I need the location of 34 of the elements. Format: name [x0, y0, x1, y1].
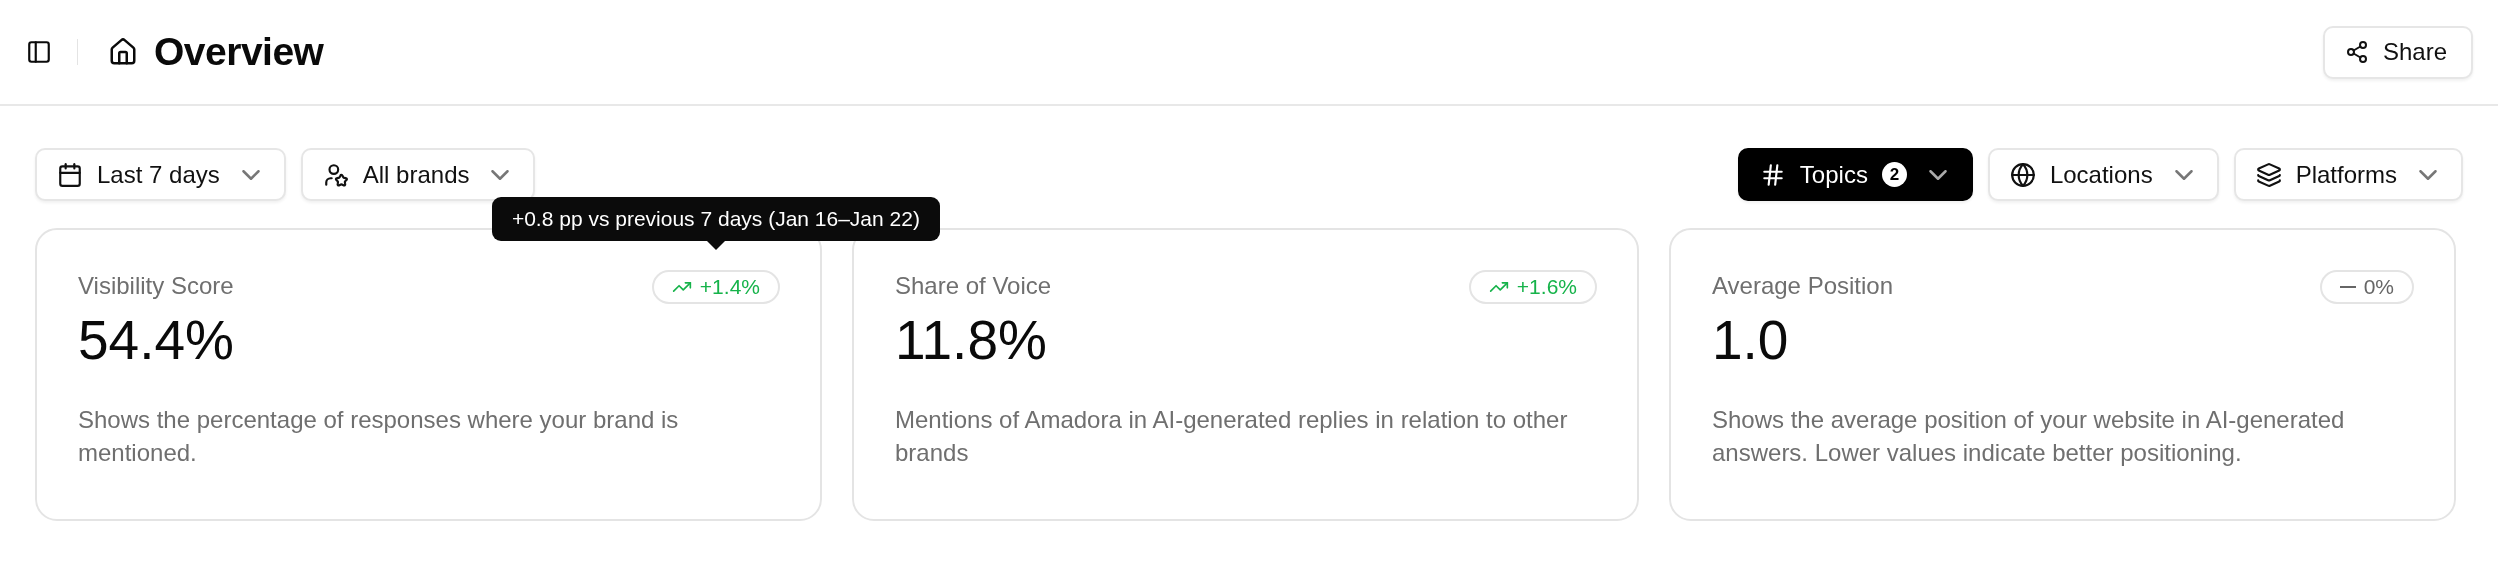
metric-value: 54.4% — [78, 308, 235, 372]
filter-dropdown[interactable]: Topics 2 — [1737, 148, 1973, 201]
metric-value: 11.8% — [895, 308, 1048, 372]
globe-icon — [2009, 161, 2036, 188]
metric-label: Average Position — [1712, 272, 1893, 300]
filter-dropdown[interactable]: All brands — [300, 148, 536, 201]
page-title: Overview — [154, 30, 324, 74]
metric-description: Shows the average position of your website in AI-generated answers. Lower values indicate better positioning. — [1712, 405, 2346, 468]
trend-badge: 0% — [2319, 270, 2414, 304]
chevron-down-icon — [2419, 169, 2437, 180]
share-button[interactable]: Share — [2322, 25, 2473, 79]
share-icon — [2344, 40, 2369, 64]
home-icon — [108, 37, 138, 67]
filter-dropdown[interactable]: Locations — [1987, 148, 2219, 201]
calendar-icon — [57, 161, 83, 188]
chevron-down-icon — [1928, 169, 1947, 180]
sidebar-toggle-icon[interactable] — [26, 39, 52, 65]
metric-description: Shows the percentage of responses where your brand is mentioned. — [78, 405, 680, 468]
metric-label: Share of Voice — [895, 272, 1052, 300]
trend-badge: +1.4% — [651, 270, 780, 304]
chevron-down-icon — [241, 169, 260, 180]
count-badge: 2 — [1881, 162, 1907, 187]
chevron-down-icon — [491, 169, 510, 180]
user-star-icon — [322, 161, 349, 188]
tooltip: +0.8 pp vs previous 7 days (Jan 16–Jan 22) — [491, 197, 940, 250]
dash-icon — [2339, 286, 2356, 288]
metric-label: Visibility Score — [78, 272, 234, 300]
filter-dropdown[interactable]: Platforms — [2233, 148, 2463, 201]
metric-value: 1.0 — [1712, 308, 1790, 372]
filter-dropdown[interactable]: Last 7 days — [35, 148, 286, 201]
layers-icon — [2255, 161, 2282, 188]
metric-description: Mentions of Amadora in AI-generated replies in relation to other brands — [895, 405, 1569, 468]
chevron-down-icon — [2174, 169, 2193, 180]
trend-badge: +1.6% — [1468, 270, 1597, 304]
